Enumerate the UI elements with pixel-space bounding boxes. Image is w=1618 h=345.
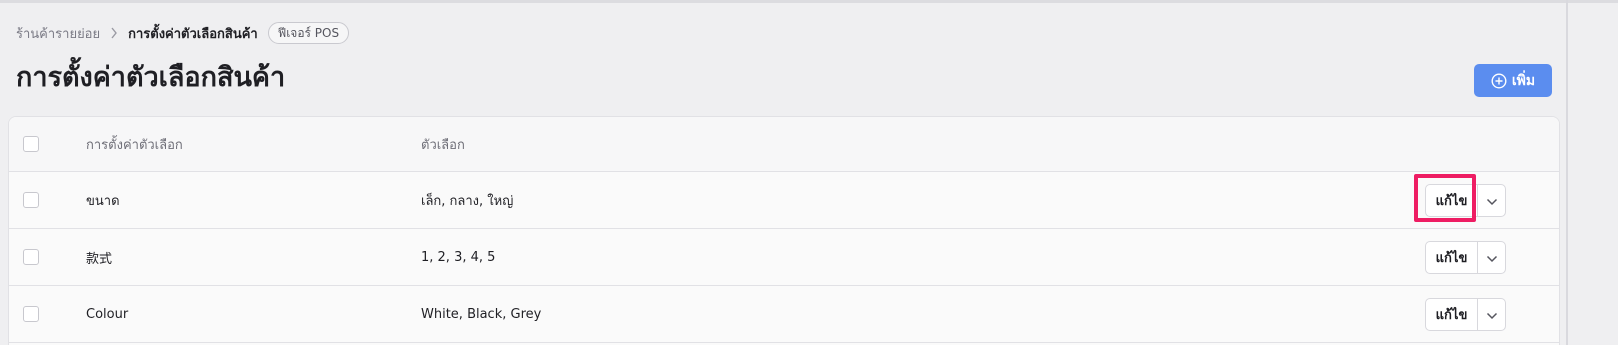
select-all-checkbox[interactable] — [23, 136, 39, 152]
breadcrumb: ร้านค้ารายย่อย การตั้งค่าตัวเลือกสินค้า … — [16, 22, 350, 44]
chevron-down-icon — [1486, 248, 1498, 267]
row-checkbox[interactable] — [23, 306, 39, 322]
table-row: ขนาด เล็ก, กลาง, ใหญ่ แก้ไข — [9, 172, 1559, 229]
plus-circle-icon — [1491, 72, 1507, 89]
edit-button[interactable]: แก้ไข — [1426, 242, 1478, 273]
option-values: 1, 2, 3, 4, 5 — [421, 249, 496, 265]
table-header: การตั้งค่าตัวเลือก ตัวเลือก — [9, 117, 1559, 172]
breadcrumb-link-retail[interactable]: ร้านค้ารายย่อย — [16, 23, 100, 44]
column-header-options[interactable]: ตัวเลือก — [421, 134, 465, 155]
option-setting-name: ขนาด — [86, 193, 120, 209]
options-table: การตั้งค่าตัวเลือก ตัวเลือก ขนาด เล็ก, ก… — [8, 116, 1560, 345]
column-header-option-setting[interactable]: การตั้งค่าตัวเลือก — [86, 134, 183, 155]
page-title: การตั้งค่าตัวเลือกสินค้า — [16, 62, 286, 93]
edit-button[interactable]: แก้ไข — [1426, 185, 1478, 216]
row-checkbox[interactable] — [23, 192, 39, 208]
right-edge-divider — [1566, 0, 1568, 345]
row-checkbox[interactable] — [23, 249, 39, 265]
more-actions-button[interactable] — [1478, 299, 1505, 330]
option-setting-name: 款式 — [86, 251, 113, 267]
table-row: Colour White, Black, Grey แก้ไข — [9, 286, 1559, 343]
edit-button[interactable]: แก้ไข — [1426, 299, 1478, 330]
option-values: White, Black, Grey — [421, 306, 542, 322]
top-divider — [0, 0, 1618, 3]
more-actions-button[interactable] — [1478, 242, 1505, 273]
more-actions-button[interactable] — [1478, 185, 1505, 216]
add-button[interactable]: เพิ่ม — [1474, 64, 1552, 97]
chevron-down-icon — [1486, 191, 1498, 210]
add-button-label: เพิ่ม — [1511, 72, 1536, 89]
breadcrumb-current: การตั้งค่าตัวเลือกสินค้า — [128, 26, 258, 42]
chevron-right-icon — [110, 27, 118, 39]
table-row: 款式 1, 2, 3, 4, 5 แก้ไข — [9, 229, 1559, 286]
row-actions: แก้ไข — [1425, 184, 1506, 217]
chevron-down-icon — [1486, 305, 1498, 324]
row-actions: แก้ไข — [1425, 298, 1506, 331]
row-actions: แก้ไข — [1425, 241, 1506, 274]
pos-feature-badge: ฟีเจอร์ POS — [267, 22, 350, 44]
option-values: เล็ก, กลาง, ใหญ่ — [421, 193, 514, 209]
option-setting-name: Colour — [86, 306, 129, 322]
